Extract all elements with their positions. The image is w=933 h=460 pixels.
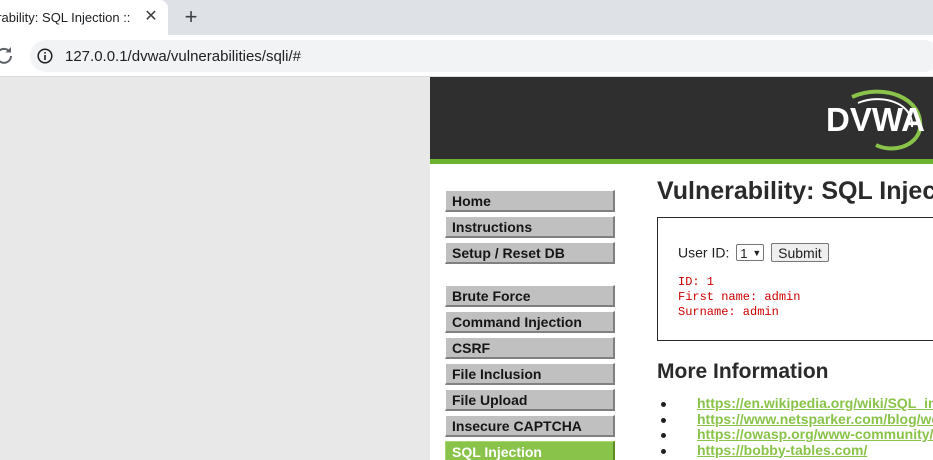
user-id-label: User ID: <box>678 244 730 261</box>
more-information-heading: More Information <box>657 360 829 383</box>
list-item: https://bobby-tables.com/ <box>661 442 933 459</box>
bullet-icon <box>661 433 666 438</box>
page-viewport: DVWA Home Instructions Setup / Reset DB Br… <box>0 77 933 460</box>
svg-text:DVWA: DVWA <box>826 101 925 138</box>
side-menu: Home Instructions Setup / Reset DB Brute F… <box>445 190 615 460</box>
menu-item-brute-force[interactable]: Brute Force <box>445 285 615 307</box>
result-first-name: First name: admin <box>678 290 801 304</box>
list-item: https://en.wikipedia.org/wiki/SQL_inject… <box>661 395 933 412</box>
tab-title: erability: SQL Injection :: <box>0 10 131 25</box>
submit-button[interactable]: Submit <box>771 243 829 262</box>
menu-item-command-injection[interactable]: Command Injection <box>445 311 615 333</box>
reference-links: https://en.wikipedia.org/wiki/SQL_inject… <box>661 395 933 459</box>
reference-link[interactable]: https://www.netsparker.com/blog/web-secu… <box>697 411 933 427</box>
dvwa-logo: DVWA <box>826 89 925 151</box>
close-icon[interactable]: ✕ <box>142 8 160 26</box>
bullet-icon <box>661 402 666 407</box>
query-result: ID: 1 First name: admin Surname: admin <box>678 275 800 320</box>
menu-group-vulnerabilities: Brute Force Command Injection CSRF File Inc… <box>445 285 615 460</box>
page-header: DVWA <box>430 77 933 164</box>
url-text: 127.0.0.1/dvwa/vulnerabilities/sqli/# <box>65 48 301 65</box>
list-item: https://www.netsparker.com/blog/web-secu… <box>661 411 933 428</box>
browser-tab[interactable]: erability: SQL Injection :: ✕ <box>0 0 168 35</box>
menu-item-file-inclusion[interactable]: File Inclusion <box>445 363 615 385</box>
menu-item-file-upload[interactable]: File Upload <box>445 389 615 411</box>
reference-link[interactable]: https://owasp.org/www-community/attacks/… <box>697 426 933 442</box>
menu-divider <box>445 268 615 285</box>
reference-link[interactable]: https://en.wikipedia.org/wiki/SQL_inject… <box>697 395 933 411</box>
result-id: ID: 1 <box>678 275 715 289</box>
menu-item-csrf[interactable]: CSRF <box>445 337 615 359</box>
user-id-select[interactable]: 1 ▼ <box>736 244 765 261</box>
menu-item-sql-injection[interactable]: SQL Injection <box>445 441 615 460</box>
browser-toolbar: 127.0.0.1/dvwa/vulnerabilities/sqli/# <box>0 35 933 77</box>
user-id-select-value: 1 <box>740 246 748 261</box>
address-bar[interactable]: 127.0.0.1/dvwa/vulnerabilities/sqli/# <box>30 40 933 72</box>
menu-item-insecure-captcha[interactable]: Insecure CAPTCHA <box>445 415 615 437</box>
vulnerable-code-area: User ID: 1 ▼ Submit ID: 1 First name: admi… <box>657 217 933 341</box>
reference-link[interactable]: https://bobby-tables.com/ <box>697 442 867 458</box>
menu-item-instructions[interactable]: Instructions <box>445 216 615 238</box>
tab-strip: erability: SQL Injection :: ✕ + <box>0 0 933 35</box>
chevron-down-icon: ▼ <box>752 248 762 258</box>
reload-icon[interactable] <box>0 45 14 65</box>
menu-group-general: Home Instructions Setup / Reset DB <box>445 190 615 264</box>
bullet-icon <box>661 448 666 454</box>
page-title: Vulnerability: SQL Injection <box>657 177 933 205</box>
result-surname: Surname: admin <box>678 305 779 319</box>
dvwa-page: DVWA Home Instructions Setup / Reset DB Br… <box>430 77 933 460</box>
user-id-form: User ID: 1 ▼ Submit <box>678 243 829 262</box>
menu-item-setup-reset-db[interactable]: Setup / Reset DB <box>445 242 615 264</box>
menu-item-home[interactable]: Home <box>445 190 615 212</box>
list-item: https://owasp.org/www-community/attacks/… <box>661 426 933 443</box>
new-tab-icon[interactable]: + <box>180 6 202 28</box>
info-icon[interactable] <box>37 48 53 64</box>
bullet-icon <box>661 417 666 423</box>
